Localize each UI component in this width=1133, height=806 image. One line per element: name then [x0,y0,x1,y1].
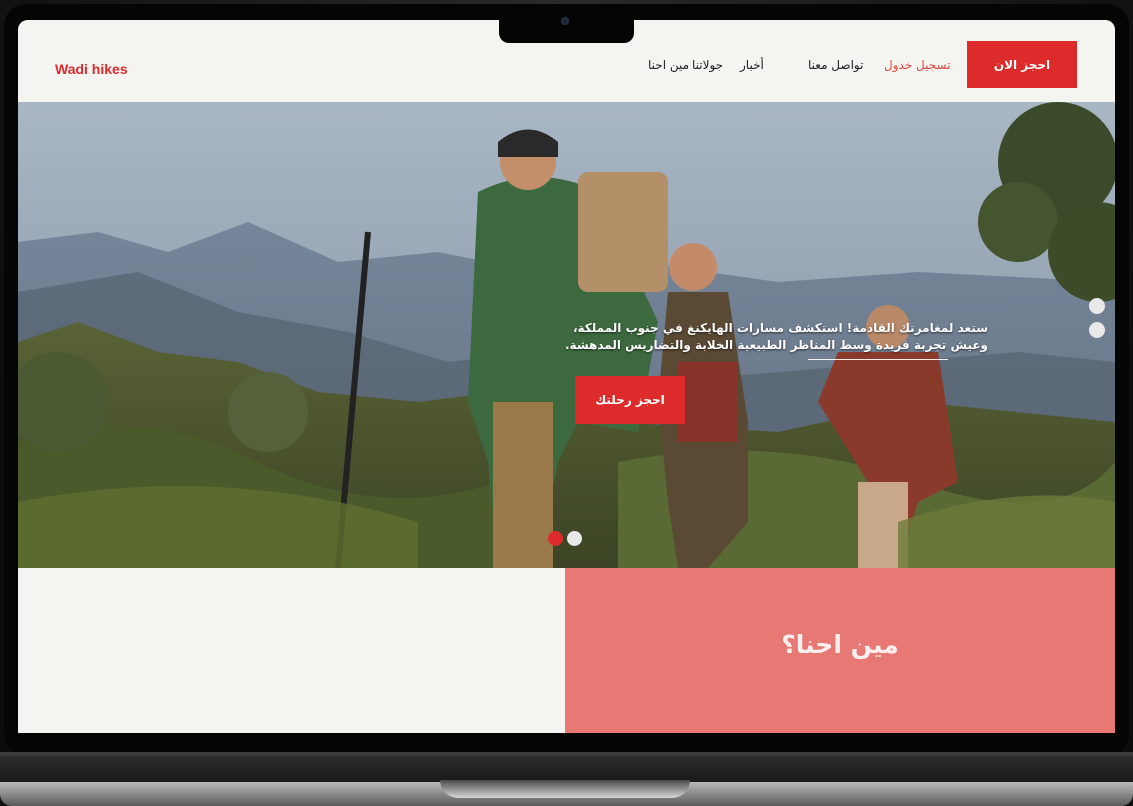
about-title: مين احنا؟ [781,630,899,659]
about-section: مين احنا؟ [565,568,1115,733]
side-dot[interactable] [1089,322,1105,338]
book-now-button[interactable]: احجز الان [967,41,1077,88]
nav-link-tours[interactable]: جولاتنا [692,58,723,72]
hero-underline [808,359,948,360]
carousel-dot[interactable] [567,531,582,546]
webcam-icon [561,17,569,25]
site-logo[interactable]: Wadi hikes [55,61,128,77]
nav-link-login[interactable]: تسجيل خدول [884,58,951,72]
carousel-dot-active[interactable] [548,531,563,546]
nav-link-about[interactable]: مين احنا [648,58,689,72]
book-trip-button[interactable]: احجز رحلتك [575,376,685,424]
side-dot[interactable] [1089,298,1105,314]
laptop-opening-groove [440,780,690,798]
hero-tagline-line-1: ستعد لمغامرتك القادمة! استكشف مسارات اله… [572,321,988,335]
hero-tagline: ستعد لمغامرتك القادمة! استكشف مسارات اله… [538,320,988,354]
browser-viewport: Wadi hikes مين احنا جولاتنا أخبار تواصل … [18,20,1115,733]
about-section-left [18,568,565,733]
laptop-frame: Wadi hikes مين احنا جولاتنا أخبار تواصل … [0,0,1133,806]
nav-link-news[interactable]: أخبار [740,58,764,72]
hero-tagline-line-2: وعيش تجربة فريدة وسط المناظر الطبيعية ال… [565,338,988,352]
nav-link-contact[interactable]: تواصل معنا [808,58,863,72]
hero-banner: ستعد لمغامرتك القادمة! استكشف مسارات اله… [18,102,1115,568]
